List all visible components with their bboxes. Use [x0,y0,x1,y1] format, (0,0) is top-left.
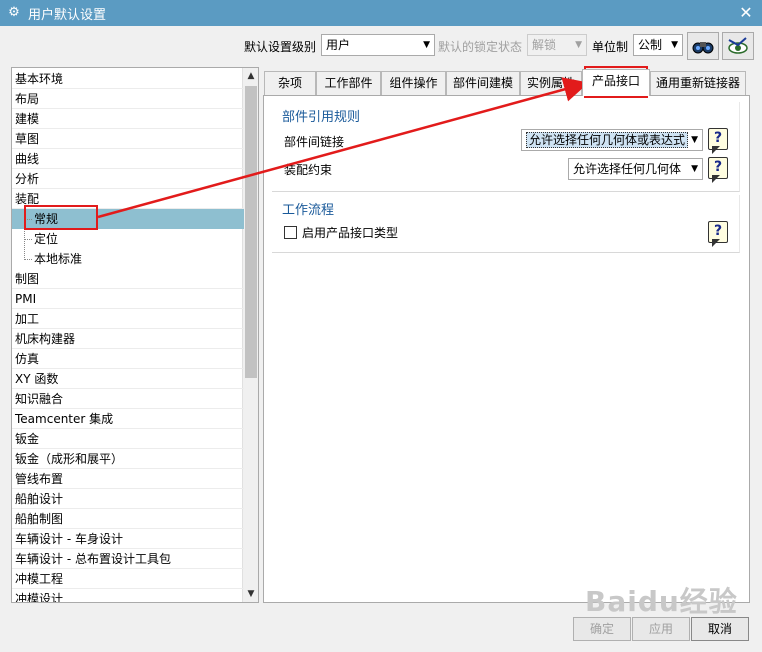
scroll-down-icon[interactable]: ▼ [243,586,258,602]
close-button[interactable]: ✕ [736,3,756,23]
lock-label: 默认的锁定状态 [438,40,523,54]
tree-item[interactable]: 船舶设计 [12,489,244,509]
tree-item[interactable]: 基本环境 [12,69,244,89]
tree-item[interactable]: PMI [12,289,244,309]
scroll-up-icon[interactable]: ▲ [243,68,258,84]
tree-item[interactable]: 钣金 [12,429,244,449]
tree-item[interactable]: 加工 [12,309,244,329]
assembly-constraints-select[interactable]: 允许选择任何几何体 ▼ [568,158,703,180]
cancel-button[interactable]: 取消 [691,617,749,641]
unit-label: 单位制 [592,40,629,54]
show-changed-button[interactable] [722,32,754,60]
tab-work-part[interactable]: 工作部件 [316,71,381,95]
workflow-group: 工作流程 启用产品接口类型 ? [272,195,740,253]
tab-misc[interactable]: 杂项 [264,71,316,95]
tree-item[interactable]: Teamcenter 集成 [12,409,244,429]
tree-connector [24,239,32,240]
apply-button[interactable]: 应用 [632,617,690,641]
tree-item[interactable]: 建模 [12,109,244,129]
chevron-down-icon: ▼ [691,164,698,174]
tab-content-panel: 部件引用规则 部件间链接 允许选择任何几何体或表达式 ▼ ? 装配约束 允许选择… [263,95,750,603]
tab-product-interface[interactable]: 产品接口 [582,69,650,96]
assembly-constraints-label: 装配约束 [284,163,333,177]
tree-item[interactable]: 仿真 [12,349,244,369]
interpart-link-value: 允许选择任何几何体或表达式 [526,132,689,148]
unit-select[interactable]: 公制 ▼ [633,34,683,56]
tree-item[interactable]: 冲模设计 [12,589,244,602]
chevron-down-icon: ▼ [691,135,698,145]
find-setting-button[interactable] [687,32,719,60]
tree-item[interactable]: 装配 [12,189,244,209]
tree-subitem[interactable]: 常规 [12,209,244,229]
level-select-value: 用户 [326,38,351,52]
tab-interpart-modeling[interactable]: 部件间建模 [446,71,520,95]
tree-item[interactable]: 冲模工程 [12,569,244,589]
binoculars-icon [692,42,714,54]
gear-icon: ⚙ [8,5,20,20]
settings-toolbar: 默认设置级别 用户 ▼ 默认的锁定状态 解锁 ▼ 单位制 公制 ▼ [0,32,762,60]
tree-item[interactable]: XY 函数 [12,369,244,389]
help-icon[interactable]: ? [708,221,728,247]
unit-select-value: 公制 [638,38,663,52]
tree-item[interactable]: 船舶制图 [12,509,244,529]
product-interface-checkbox[interactable] [284,226,297,239]
lock-select-value: 解锁 [532,38,557,52]
tree-connector [24,219,32,220]
help-icon[interactable]: ? [708,157,728,183]
group-title: 工作流程 [282,203,335,218]
tree-item[interactable]: 知识融合 [12,389,244,409]
tab-component-ops[interactable]: 组件操作 [381,71,446,95]
tree-item[interactable]: 分析 [12,169,244,189]
tab-general-relinker[interactable]: 通用重新链接器 [650,71,746,95]
chevron-down-icon: ▼ [423,40,430,50]
product-interface-checkbox-label: 启用产品接口类型 [302,226,399,240]
tree-item[interactable]: 车辆设计 - 总布置设计工具包 [12,549,244,569]
ok-button[interactable]: 确定 [573,617,631,641]
baidu-watermark: Baidu经验 [585,580,738,620]
tree-item[interactable]: 管线布置 [12,469,244,489]
chevron-down-icon: ▼ [671,40,678,50]
eye-arrow-icon [728,37,748,54]
tree-item[interactable]: 制图 [12,269,244,289]
tree-subitem[interactable]: 本地标准 [12,249,244,269]
interpart-link-select[interactable]: 允许选择任何几何体或表达式 ▼ [521,129,703,151]
tree-subitem[interactable]: 定位 [12,229,244,249]
tree-connector [24,259,32,260]
tree-item[interactable]: 布局 [12,89,244,109]
part-reference-group: 部件引用规则 部件间链接 允许选择任何几何体或表达式 ▼ ? 装配约束 允许选择… [272,102,740,192]
watermark-text: Baidu经验 [585,585,738,618]
tree-item[interactable]: 钣金（成形和展平） [12,449,244,469]
window-title: 用户默认设置 [28,7,107,23]
group-title: 部件引用规则 [282,110,361,125]
help-icon[interactable]: ? [708,128,728,154]
tree-item[interactable]: 草图 [12,129,244,149]
tree-item[interactable]: 曲线 [12,149,244,169]
level-select[interactable]: 用户 ▼ [321,34,435,56]
scroll-thumb[interactable] [245,86,257,378]
level-label: 默认设置级别 [244,40,317,54]
title-bar: ⚙ 用户默认设置 ✕ [0,0,762,26]
category-tree[interactable]: ▲ ▼ 基本环境 布局 建模 草图 曲线 分析 装配 常规 定位 本地标准 制图 PMI 加工 机床构建器… [11,67,259,603]
lock-select[interactable]: 解锁 ▼ [527,34,587,56]
tree-item[interactable]: 机床构建器 [12,329,244,349]
tab-instance-attributes[interactable]: 实例属性 [520,71,582,95]
chevron-down-icon: ▼ [575,40,582,50]
tree-scrollbar[interactable]: ▲ ▼ [242,68,258,602]
assembly-constraints-value: 允许选择任何几何体 [573,162,682,176]
interpart-link-label: 部件间链接 [284,135,345,149]
tree-item[interactable]: 车辆设计 - 车身设计 [12,529,244,549]
